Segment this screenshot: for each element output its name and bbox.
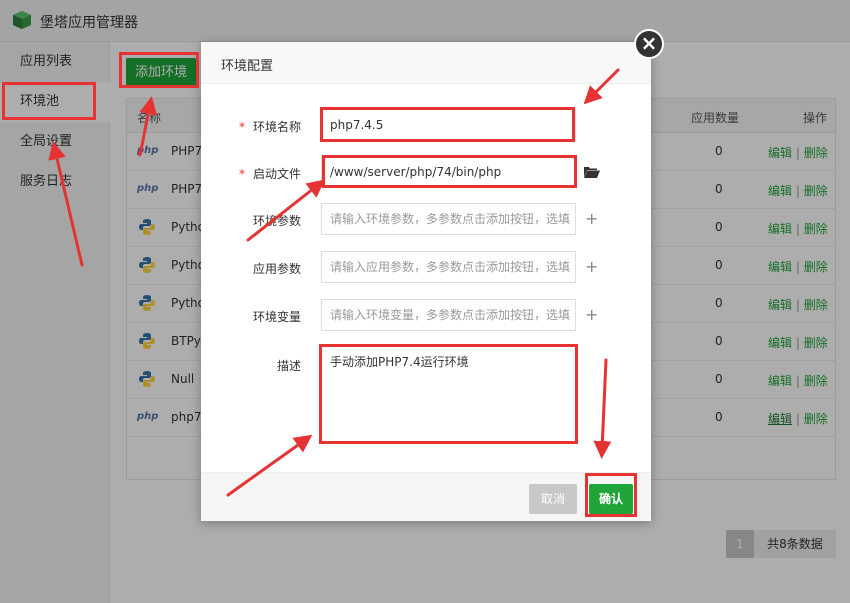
dialog-footer: 取消 确认 [201, 472, 651, 521]
add-app-param-icon[interactable]: + [585, 257, 598, 276]
confirm-button[interactable]: 确认 [589, 484, 633, 514]
app-params-label: 应用参数 [252, 262, 301, 276]
env-params-input[interactable]: 请输入环境参数，多参数点击添加按钮，选填 [321, 203, 576, 235]
add-env-var-icon[interactable]: + [585, 305, 598, 324]
close-dialog-button[interactable]: × [634, 29, 664, 59]
dialog-header: 环境配置 [201, 42, 651, 84]
dialog-title: 环境配置 [221, 59, 274, 74]
add-env-param-icon[interactable]: + [585, 209, 598, 228]
env-vars-label: 环境变量 [252, 310, 301, 324]
start-file-label: * 启动文件 [238, 167, 301, 181]
folder-open-icon[interactable] [584, 166, 600, 178]
description-textarea[interactable]: 手动添加PHP7.4运行环境 [321, 345, 576, 443]
env-params-label: 环境参数 [252, 214, 301, 228]
description-label: 描述 [276, 359, 301, 373]
env-name-label: * 环境名称 [238, 120, 301, 134]
env-config-dialog: 环境配置 * 环境名称 php7.4.5 * 启动文件 /www/server/ph… [201, 42, 651, 521]
required-mark: * [238, 120, 245, 134]
env-vars-input[interactable]: 请输入环境变量，多参数点击添加按钮，选填 [321, 299, 576, 331]
app-params-input[interactable]: 请输入应用参数，多参数点击添加按钮，选填 [321, 251, 576, 283]
cancel-button[interactable]: 取消 [529, 484, 577, 514]
required-mark: * [238, 167, 245, 181]
env-name-input[interactable]: php7.4.5 [321, 109, 576, 141]
start-file-input[interactable]: /www/server/php/74/bin/php [321, 156, 576, 188]
